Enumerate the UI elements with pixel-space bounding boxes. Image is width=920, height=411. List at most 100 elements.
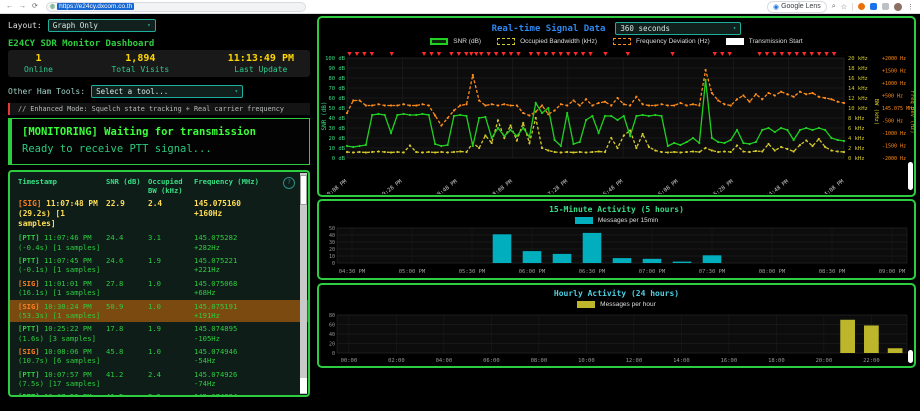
svg-text:-500 Hz: -500 Hz (882, 119, 903, 125)
snr-value: 24.6 (106, 256, 148, 275)
snr-value: 24.4 (106, 233, 148, 252)
svg-text:40 dB: 40 dB (328, 116, 345, 122)
signal-time: 11:01:01 PM (44, 279, 92, 288)
table-row[interactable]: [SIG] 10:30:24 PM(53.3s) [1 samples]50.9… (10, 300, 308, 323)
svg-text:+500 Hz: +500 Hz (882, 94, 903, 100)
chevron-down-icon: ▾ (733, 25, 737, 32)
activity-15min-panel: 15-Minute Activity (5 hours) Messages pe… (317, 199, 916, 280)
extension-icon-blue[interactable] (870, 3, 877, 10)
svg-text:00:00: 00:00 (341, 358, 358, 364)
col-snr: SNR (dB) (106, 177, 148, 195)
svg-text:9:49:28 PM: 9:49:28 PM (374, 178, 404, 194)
stat-total-visits: 1,894 Total Visits (111, 53, 169, 74)
bw-value: 1.0 (148, 302, 194, 321)
bw-legend-label: Occupied Bandwidth (kHz) (520, 38, 597, 45)
google-lens-button[interactable]: ◉ Google Lens (767, 1, 827, 13)
table-scrollbar-bottom[interactable] (300, 378, 307, 393)
svg-text:4 kHz: 4 kHz (848, 136, 865, 142)
frequency-value: 145.075191 (194, 302, 294, 311)
lens-icon: ◉ (773, 3, 779, 11)
signal-tag: [SIG] (18, 279, 44, 288)
svg-text:10:17:28 PM: 10:17:28 PM (537, 178, 570, 194)
timestamp-cell: [PTT] 10:07:53 PM(2.7s) [3 samples] (18, 392, 106, 397)
profile-avatar[interactable] (894, 3, 902, 11)
address-bar[interactable]: ◍ https://e24cy.dxcom.co.th (46, 2, 306, 12)
reload-icon[interactable]: ⟳ (32, 3, 38, 10)
lens-label: Google Lens (781, 3, 821, 10)
table-row[interactable]: [SIG] 11:01:01 PM(16.1s) [1 samples]27.8… (10, 277, 308, 300)
table-scrollbar-thumb[interactable] (300, 175, 307, 205)
monitor-substatus: Ready to receive PTT signal... (22, 143, 299, 155)
snr-value: 41.2 (106, 370, 148, 389)
svg-text:80: 80 (329, 313, 335, 319)
svg-text:50 dB: 50 dB (328, 106, 345, 112)
svg-text:100 dB: 100 dB (325, 56, 346, 62)
total-visits-label: Total Visits (111, 65, 169, 74)
monitor-panel: [MONITORING] Waiting for transmission Re… (8, 118, 310, 165)
site-info-icon[interactable]: ◍ (50, 3, 55, 10)
online-count: 1 (24, 53, 53, 65)
table-row[interactable]: [PTT] 11:07:45 PM(-0.1s) [1 samples]24.6… (10, 254, 308, 277)
table-row[interactable]: [PTT] 10:07:53 PM(2.7s) [3 samples]41.52… (10, 390, 308, 397)
bookmark-star-icon[interactable]: ☆ (841, 3, 847, 11)
chevron-down-icon: ▾ (234, 88, 238, 95)
table-scrollbar-track[interactable] (300, 173, 307, 394)
signal-time: 11:07:48 PM (46, 199, 98, 208)
help-icon[interactable]: ? (283, 177, 295, 189)
signal-tag: [SIG] (18, 347, 44, 356)
activity-15min-chart: 0102030405004:30 PM05:00 PM05:30 PM06:00… (319, 225, 914, 277)
time-range-select[interactable]: 360 seconds ▾ (615, 22, 741, 35)
table-row[interactable]: [SIG] 10:08:06 PM(10.7s) [6 samples]45.8… (10, 345, 308, 368)
timestamp-cell: [PTT] 10:07:57 PM(7.5s) [17 samples] (18, 370, 106, 389)
svg-text:10:54:48 PM: 10:54:48 PM (758, 178, 791, 194)
back-icon[interactable]: ← (6, 3, 13, 10)
table-row[interactable]: [PTT] 10:07:57 PM(7.5s) [17 samples]41.2… (10, 368, 308, 391)
deviation-value: -54Hz (194, 356, 294, 365)
messages-15min-legend-swatch (575, 217, 593, 224)
svg-text:50: 50 (329, 226, 335, 232)
table-row[interactable]: [PTT] 10:25:22 PM(1.6s) [3 samples]17.81… (10, 322, 308, 345)
svg-text:14 kHz: 14 kHz (848, 86, 868, 92)
svg-text:06:30 PM: 06:30 PM (579, 269, 606, 275)
signal-time: 11:07:46 PM (44, 233, 92, 242)
svg-text:-1500 Hz: -1500 Hz (882, 144, 906, 150)
deviation-value: +160Hz (194, 209, 294, 219)
bar (583, 233, 602, 263)
frequency-cell: 145.075160+160Hz (194, 199, 294, 229)
extension-icon-orange[interactable] (858, 3, 865, 10)
svg-text:07:00 PM: 07:00 PM (639, 269, 666, 275)
svg-text:16:00: 16:00 (721, 358, 738, 364)
url-text[interactable]: https://e24cy.dxcom.co.th (57, 3, 134, 10)
search-icon[interactable]: ⌕ (832, 3, 836, 11)
chrome-menu-icon[interactable]: ⋮ (907, 3, 914, 11)
tools-select[interactable]: Select a tool... ▾ (91, 85, 243, 98)
panel-scrollbar-thumb[interactable] (908, 350, 913, 363)
deviation-value: +282Hz (194, 243, 294, 252)
svg-text:04:30 PM: 04:30 PM (339, 269, 366, 275)
signal-tag: [SIG] (18, 199, 46, 208)
bar (553, 254, 572, 263)
signal-tag: [PTT] (18, 324, 44, 333)
signal-time: 10:07:57 PM (44, 370, 92, 379)
frequency-cell: 145.075191+191Hz (194, 302, 294, 321)
frequency-cell: 145.075068+68Hz (194, 279, 294, 298)
bar (703, 255, 722, 263)
dev-legend-swatch (613, 38, 631, 45)
bar (523, 251, 542, 263)
snr-value: 27.8 (106, 279, 148, 298)
forward-icon[interactable]: → (19, 3, 26, 10)
table-row[interactable]: [SIG] 11:07:48 PM(29.2s) [1 samples]22.9… (10, 197, 308, 231)
frequency-value: 145.075068 (194, 279, 294, 288)
signal-tag: [PTT] (18, 392, 44, 397)
svg-text:11:04:08 PM: 11:04:08 PM (813, 178, 846, 194)
tools-row: Other Ham Tools: Select a tool... ▾ (8, 85, 243, 98)
panel-scrollbar-thumb[interactable] (908, 162, 913, 190)
bar (493, 234, 512, 263)
table-row[interactable]: [PTT] 11:07:46 PM(-0.4s) [1 samples]24.4… (10, 231, 308, 254)
layout-select[interactable]: Graph Only ▾ (48, 19, 156, 32)
transmission-markers (347, 52, 836, 56)
col-bw: Occupied BW (kHz) (148, 177, 194, 195)
extensions-puzzle-icon[interactable] (882, 3, 889, 10)
online-label: Online (24, 65, 53, 74)
svg-text:06:00: 06:00 (483, 358, 500, 364)
